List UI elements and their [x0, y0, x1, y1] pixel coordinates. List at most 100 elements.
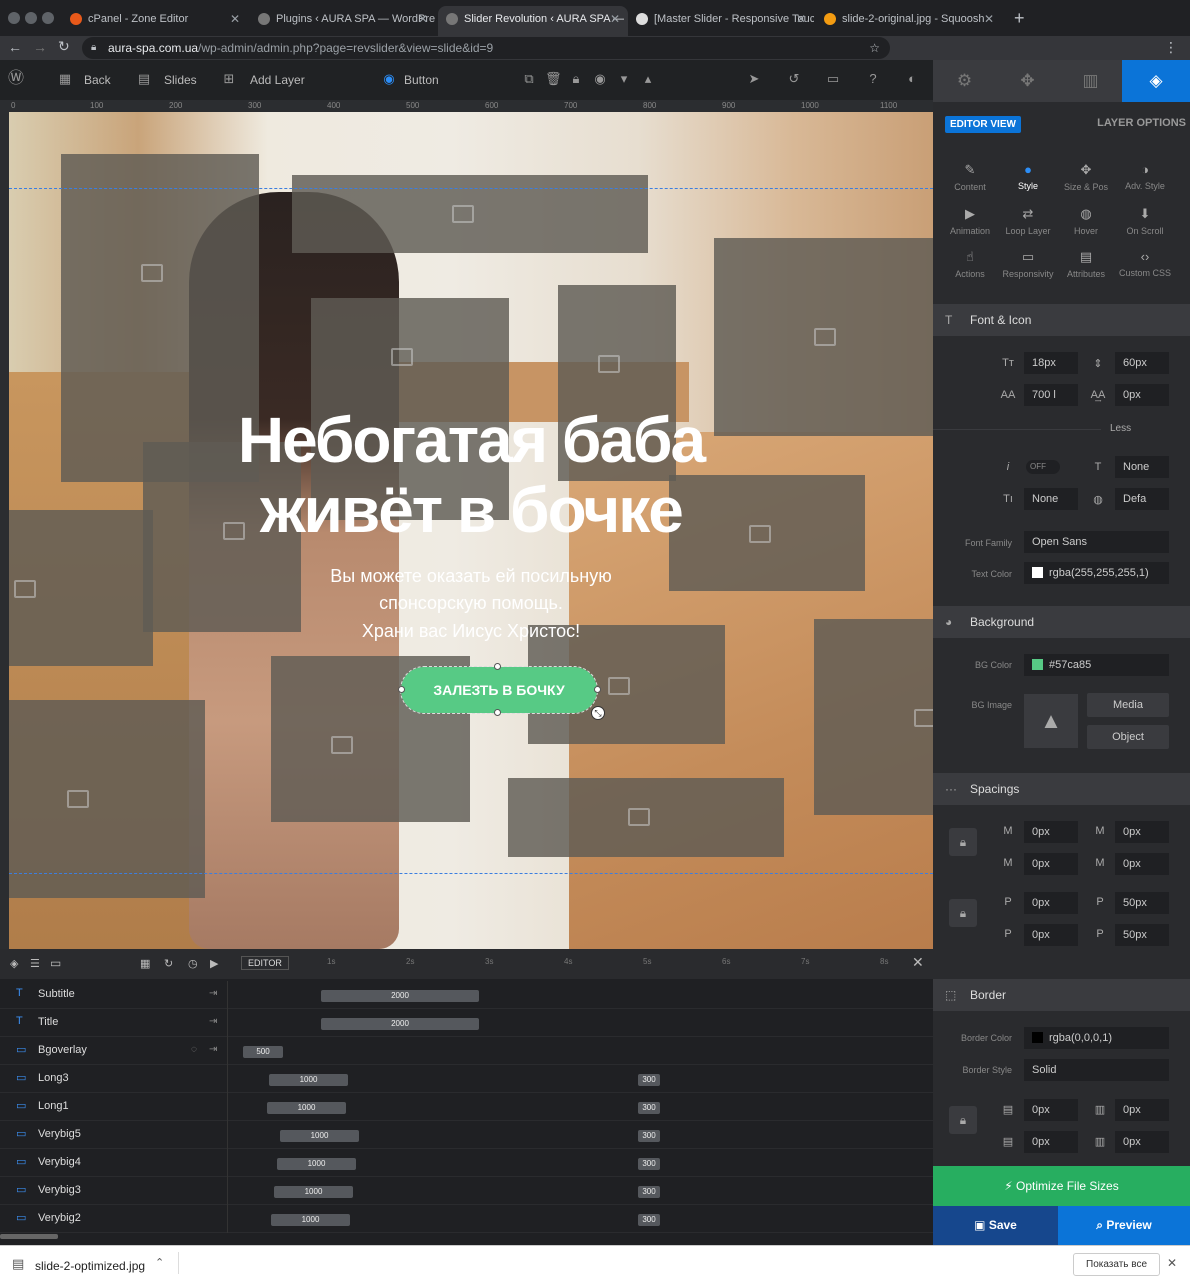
maximize-window-button[interactable]	[42, 12, 54, 24]
resize-handle[interactable]	[494, 663, 501, 670]
copy-icon[interactable]: ⧉	[522, 72, 536, 86]
grid-icon[interactable]: ▦	[140, 957, 150, 970]
show-all-button[interactable]: Показать все	[1073, 1253, 1161, 1276]
timeline-row[interactable]: ▭ Verybig2 1000 300	[0, 1205, 933, 1233]
close-window-button[interactable]	[8, 12, 20, 24]
padding-bottom-input[interactable]: 0px	[1024, 924, 1078, 946]
browser-tab[interactable]: [Master Slider - Responsive Touc ✕	[628, 6, 814, 36]
close-icon[interactable]: ✕	[984, 6, 994, 32]
section-font-icon[interactable]: T Font & Icon	[933, 304, 1190, 336]
contrast-icon[interactable]: ◐	[905, 72, 919, 86]
text-transform-select[interactable]: None	[1115, 456, 1169, 478]
timeline-bar[interactable]: 2000	[321, 990, 479, 1002]
text-decoration-select[interactable]: None	[1024, 488, 1078, 510]
category-custom-css[interactable]: ‹› Custom CSS	[1116, 249, 1174, 278]
cta-button-layer[interactable]: ЗАЛЕЗТЬ В БОЧКУ	[400, 666, 598, 714]
media-button[interactable]: Media	[1087, 693, 1169, 717]
slide-subtitle-line-1[interactable]: Вы можете оказать ей посильную	[9, 562, 933, 590]
line-height-input[interactable]: 60px	[1115, 352, 1169, 374]
timeline-row[interactable]: ▭ Verybig4 1000 300	[0, 1149, 933, 1177]
border-top-input[interactable]: 0px	[1024, 1099, 1078, 1121]
shape-layer[interactable]	[814, 619, 933, 815]
browser-tab[interactable]: slide-2-original.jpg - Squoosh ✕	[816, 6, 1002, 36]
folder-icon[interactable]: ▭	[50, 956, 61, 970]
cursor-icon[interactable]: ➤	[747, 72, 761, 86]
category-loop-layer[interactable]: ⇄ Loop Layer	[999, 206, 1057, 236]
timeline-bar[interactable]: 1000	[277, 1158, 356, 1170]
border-right-input[interactable]: 0px	[1115, 1099, 1169, 1121]
resize-handle[interactable]	[494, 709, 501, 716]
font-family-select[interactable]: Open Sans	[1024, 531, 1169, 553]
close-icon[interactable]: ✕	[912, 954, 924, 971]
star-icon[interactable]: ☆	[869, 37, 880, 59]
category-attributes[interactable]: ▤ Attributes	[1057, 249, 1115, 279]
section-background[interactable]: ◕ Background	[933, 606, 1190, 638]
chevron-up-icon[interactable]: ▴	[641, 72, 655, 86]
slides-tab-icon[interactable]: ▥	[1059, 60, 1122, 102]
less-toggle[interactable]: Less	[1110, 423, 1131, 434]
editor-view-badge[interactable]: EDITOR VIEW	[945, 116, 1021, 133]
category-content[interactable]: ✎ Content	[941, 162, 999, 192]
timeline-bar-out[interactable]: 300	[638, 1186, 660, 1198]
timeline-bar[interactable]: 1000	[280, 1130, 359, 1142]
category-animation[interactable]: ▶ Animation	[941, 206, 999, 236]
shape-layer[interactable]	[508, 778, 784, 857]
slide-subtitle-line-3[interactable]: Храни вас Иисус Христос!	[9, 617, 933, 645]
add-layer-button[interactable]: Add Layer	[250, 73, 305, 87]
play-icon[interactable]: ▶	[210, 957, 218, 970]
close-icon[interactable]: ✕	[1167, 1256, 1177, 1270]
collapse-icon[interactable]: ⇥	[209, 1016, 217, 1027]
forward-arrow-icon[interactable]: →	[33, 39, 47, 55]
letter-spacing-input[interactable]: 0px	[1115, 384, 1169, 406]
text-color-picker[interactable]: rgba(255,255,255,1)	[1024, 562, 1169, 584]
border-bottom-input[interactable]: 0px	[1024, 1131, 1078, 1153]
border-style-select[interactable]: Solid	[1024, 1059, 1169, 1081]
shape-layer[interactable]	[9, 700, 205, 898]
eye-icon[interactable]: ◉	[593, 72, 607, 86]
lock-icon[interactable]: 🔒︎	[949, 1106, 977, 1134]
timeline-bar[interactable]: 1000	[271, 1214, 350, 1226]
bg-color-picker[interactable]: #57ca85	[1024, 654, 1169, 676]
menu-icon[interactable]: ⋮	[1164, 39, 1178, 56]
rotate-handle-icon[interactable]: ⤡	[591, 706, 605, 720]
timeline-row[interactable]: T Title ⇥ 2000	[0, 1009, 933, 1037]
close-icon[interactable]: ✕	[230, 6, 240, 32]
slide-title-line-1[interactable]: Небогатая баба	[9, 406, 933, 474]
section-spacings[interactable]: ··· Spacings	[933, 773, 1190, 805]
timeline-bar[interactable]: 1000	[269, 1074, 348, 1086]
border-left-input[interactable]: 0px	[1115, 1131, 1169, 1153]
slide-settings-tab-gear-icon[interactable]: ⚙	[933, 60, 996, 102]
italic-toggle[interactable]: OFF	[1026, 460, 1060, 474]
category-responsivity[interactable]: ▭ Responsivity	[999, 249, 1057, 279]
font-size-input[interactable]: 18px	[1024, 352, 1078, 374]
resize-handle[interactable]	[594, 686, 601, 693]
timeline-row[interactable]: T Subtitle ⇥ 2000	[0, 981, 933, 1009]
horizontal-scrollbar[interactable]	[0, 1234, 58, 1239]
margin-top-input[interactable]: 0px	[1024, 821, 1078, 843]
list-icon[interactable]: ☰	[30, 957, 40, 970]
collapse-icon[interactable]: ⇥	[209, 1044, 217, 1055]
slide-canvas[interactable]: Небогатая баба живёт в бочке Вы можете о…	[9, 112, 933, 949]
font-weight-select[interactable]: 700 l	[1024, 384, 1078, 406]
lock-icon[interactable]: 🔒︎	[569, 72, 583, 86]
desktop-icon[interactable]: ▭	[826, 72, 840, 86]
timeline-bar[interactable]: 1000	[267, 1102, 346, 1114]
layers-icon[interactable]: ◈	[10, 957, 18, 970]
cursor-select[interactable]: Defa	[1115, 488, 1169, 510]
bg-image-placeholder-mountain-icon[interactable]: ▲	[1024, 694, 1078, 748]
slides-button[interactable]: Slides	[164, 73, 197, 87]
wordpress-icon[interactable]: Ⓦ	[8, 71, 24, 87]
timeline-row[interactable]: ▭ Verybig3 1000 300	[0, 1177, 933, 1205]
slide-subtitle-line-2[interactable]: спонсорскую помощь.	[9, 589, 933, 617]
timeline-bar-out[interactable]: 300	[638, 1214, 660, 1226]
lock-icon[interactable]: 🔒︎	[949, 899, 977, 927]
optimize-file-sizes-button[interactable]: ⚡ Optimize File Sizes	[933, 1166, 1190, 1206]
shape-layer[interactable]	[292, 175, 648, 253]
url-input[interactable]: 🔒︎ aura-spa.com.ua/wp-admin/admin.php?pa…	[82, 37, 890, 59]
back-arrow-icon[interactable]: ←	[8, 39, 22, 55]
new-tab-button[interactable]: +	[1014, 8, 1025, 29]
category-adv-style[interactable]: ◑ Adv. Style	[1116, 162, 1174, 191]
category-hover[interactable]: ◍ Hover	[1057, 206, 1115, 236]
padding-right-input[interactable]: 50px	[1115, 892, 1169, 914]
editor-tag[interactable]: EDITOR	[241, 956, 289, 970]
